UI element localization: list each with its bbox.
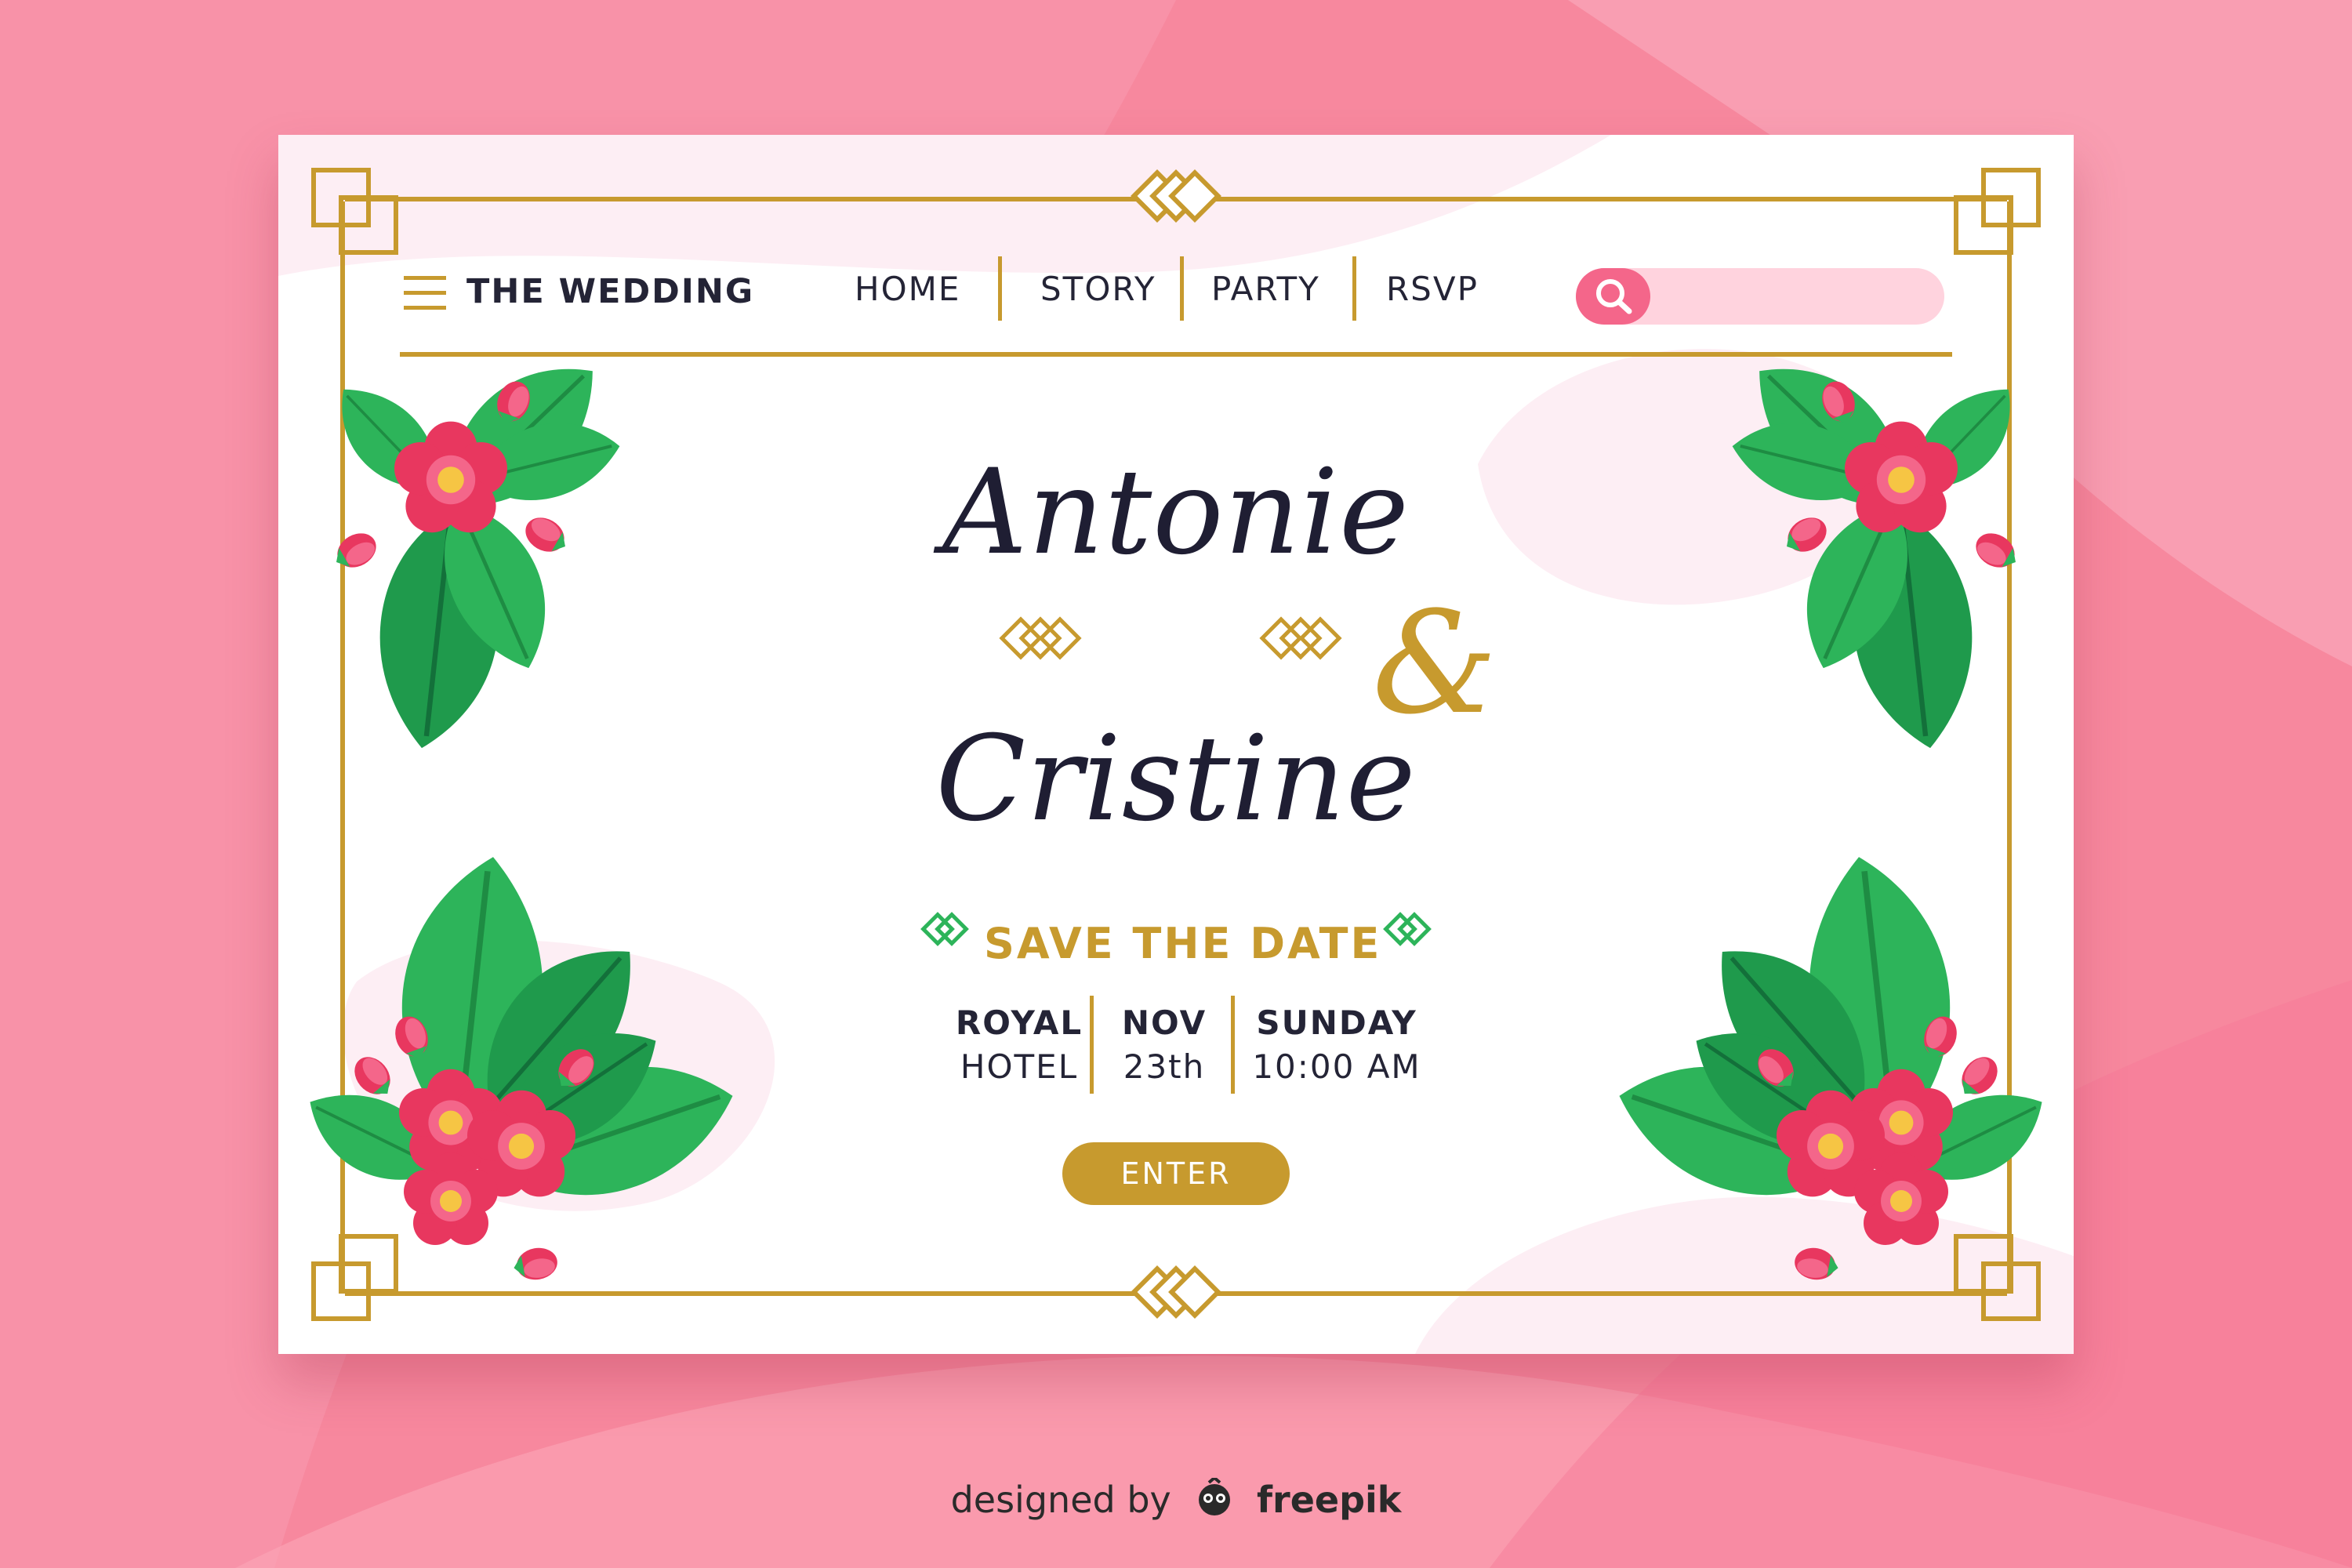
partner-name-2: Cristine xyxy=(935,711,1417,848)
date-month: NOV xyxy=(1121,1004,1207,1042)
search-icon xyxy=(1596,279,1632,314)
credit-brand: freepik xyxy=(1257,1479,1402,1521)
day-of-week: SUNDAY xyxy=(1256,1004,1417,1042)
landing-card: THE WEDDING HOME STORY PARTY RSVP Antoni… xyxy=(278,135,2074,1354)
flowers-top-left xyxy=(318,336,629,757)
partner-name-1: Antonie xyxy=(942,445,1410,581)
venue-line-2: HOTEL xyxy=(960,1047,1079,1086)
venue-info: ROYAL HOTEL xyxy=(941,1001,1098,1089)
detail-divider xyxy=(1090,996,1094,1094)
date-day: 23th xyxy=(1123,1047,1206,1086)
nav-divider xyxy=(998,256,1002,321)
search-button[interactable] xyxy=(1576,268,1650,325)
nav-divider xyxy=(1352,256,1356,321)
amp-ornaments xyxy=(999,616,1342,660)
designer-credit: designed by freepik xyxy=(0,1478,2352,1521)
search-bar xyxy=(1576,268,1944,325)
nav-party[interactable]: PARTY xyxy=(1211,270,1320,308)
search-input[interactable] xyxy=(1662,276,1924,318)
event-time: 10:00 AM xyxy=(1252,1047,1421,1086)
date-info: NOV 23th xyxy=(1109,1001,1219,1089)
freepik-logo-icon xyxy=(1199,1478,1231,1515)
hamburger-menu-icon[interactable] xyxy=(404,274,446,312)
brand-title: THE WEDDING xyxy=(466,272,755,311)
save-the-date-heading: SAVE THE DATE xyxy=(984,919,1382,968)
day-time-info: SUNDAY 10:00 AM xyxy=(1247,1001,1427,1089)
enter-button[interactable]: ENTER xyxy=(1062,1142,1290,1205)
top-navigation: THE WEDDING HOME STORY PARTY RSVP xyxy=(278,135,2074,370)
nav-divider xyxy=(1180,256,1184,321)
venue-line-1: ROYAL xyxy=(955,1004,1083,1042)
pink-blob-bottom xyxy=(1415,1196,2074,1354)
nav-story[interactable]: STORY xyxy=(1040,270,1156,308)
nav-rsvp[interactable]: RSVP xyxy=(1386,270,1479,308)
detail-divider xyxy=(1231,996,1235,1094)
credit-prefix: designed by xyxy=(950,1479,1171,1521)
nav-home[interactable]: HOME xyxy=(855,270,960,308)
